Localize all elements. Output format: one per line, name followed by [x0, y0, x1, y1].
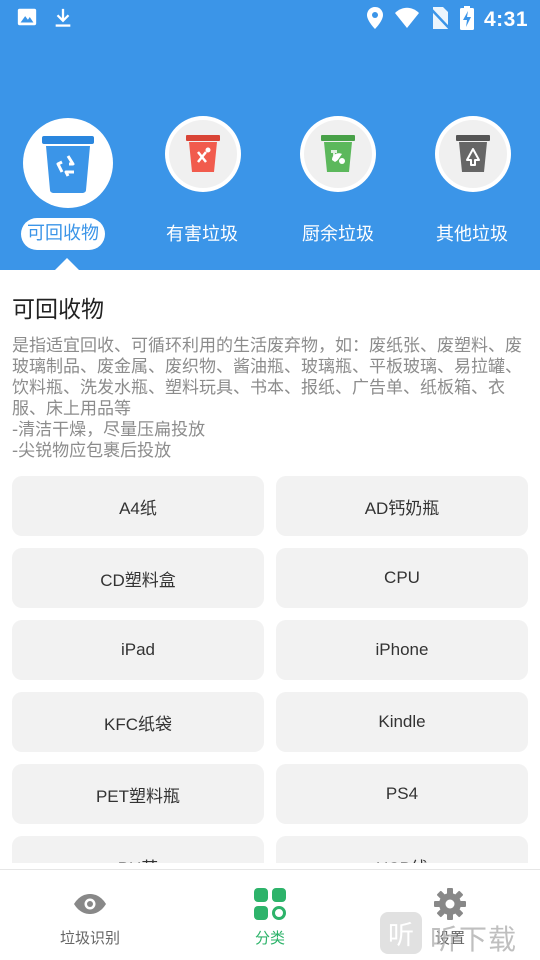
item-button[interactable]: iPhone [276, 620, 528, 680]
item-button[interactable]: AD钙奶瓶 [276, 476, 528, 536]
image-icon [16, 6, 38, 34]
nav-item-categories[interactable]: 分类 [180, 870, 360, 960]
other-bin-icon [439, 120, 507, 188]
nav-label-categories: 分类 [254, 929, 285, 947]
item-button[interactable]: PET塑料瓶 [12, 764, 264, 824]
item-button[interactable]: Kindle [276, 692, 528, 752]
hazardous-bin-icon [169, 120, 237, 188]
tab-label-kitchen: 厨余垃圾 [302, 224, 374, 245]
item-button[interactable]: CD塑料盒 [12, 548, 264, 608]
location-icon [366, 6, 384, 34]
eye-icon [72, 886, 108, 922]
item-button[interactable]: USB线 [276, 836, 528, 863]
kitchen-bin-circle [300, 116, 376, 192]
item-grid: A4纸 AD钙奶瓶 CD塑料盒 CPU iPad iPhone KFC纸袋 Ki… [12, 476, 528, 863]
watermark-logo-icon: 听 [380, 912, 422, 954]
watermark: 听 听下载 [380, 912, 540, 960]
section-title: 可回收物 [12, 297, 104, 323]
kitchen-bin-icon [304, 120, 372, 188]
tab-label-hazardous: 有害垃圾 [166, 224, 238, 245]
status-bar: 4:31 [0, 0, 540, 38]
download-icon [52, 6, 74, 34]
hazardous-bin-circle [165, 116, 241, 192]
active-tab-pointer [55, 258, 79, 270]
recycle-bin-icon [23, 118, 113, 208]
tab-kitchen[interactable]: 厨余垃圾 [278, 116, 398, 270]
tab-hazardous[interactable]: 有害垃圾 [142, 116, 262, 270]
category-detail: 可回收物 是指适宜回收、可循环利用的生活废弃物，如：废纸张、废塑料、废玻璃制品、… [0, 270, 540, 863]
status-time: 4:31 [483, 8, 528, 31]
battery-charging-icon [459, 6, 474, 34]
tab-label-other: 其他垃圾 [436, 224, 508, 245]
category-tabs: 可回收物 有害垃圾 厨余垃圾 其他垃圾 [0, 116, 540, 270]
item-button[interactable]: iPad [12, 620, 264, 680]
other-bin-circle [435, 116, 511, 192]
item-button[interactable]: PU革 [12, 836, 264, 863]
item-button[interactable]: KFC纸袋 [12, 692, 264, 752]
item-button[interactable]: PS4 [276, 764, 528, 824]
tab-other[interactable]: 其他垃圾 [412, 116, 532, 270]
tab-label-recyclable: 可回收物 [21, 218, 105, 250]
nav-label-recognize: 垃圾识别 [59, 929, 120, 947]
item-button[interactable]: CPU [276, 548, 528, 608]
nav-item-recognize[interactable]: 垃圾识别 [0, 870, 180, 960]
no-sim-icon [430, 6, 450, 34]
item-button[interactable]: A4纸 [12, 476, 264, 536]
section-description: 是指适宜回收、可循环利用的生活废弃物，如：废纸张、废塑料、废玻璃制品、废金属、废… [12, 336, 522, 461]
tab-recyclable[interactable]: 可回收物 [8, 116, 128, 270]
wifi-icon [394, 7, 420, 33]
watermark-text: 听下载 [430, 923, 518, 956]
grid-icon [252, 886, 288, 922]
